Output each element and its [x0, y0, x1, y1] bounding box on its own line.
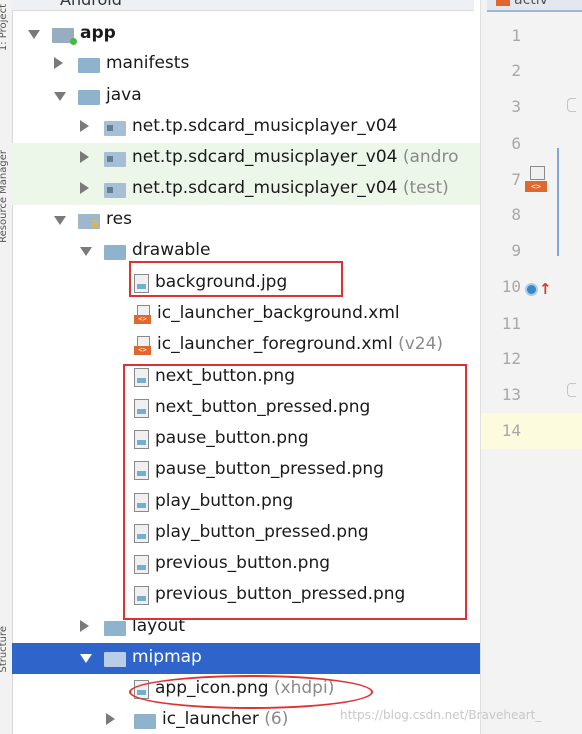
line-number: 9 — [511, 241, 521, 260]
line-number: 2 — [511, 61, 521, 80]
tree-row[interactable]: net.tp.sdcard_musicplayer_v04 — [12, 112, 480, 143]
tree-item-name: drawable — [132, 240, 211, 260]
tree-row[interactable]: <> ic_launcher_foreground.xml (v24) — [12, 330, 480, 361]
highlight-box-buttons — [123, 364, 467, 620]
tree-item-label: java — [106, 85, 142, 105]
tree-row[interactable]: net.tp.sdcard_musicplayer_v04 (test) — [12, 174, 480, 205]
highlight-ellipse-app-icon — [129, 675, 373, 709]
line-number: 3 — [511, 97, 521, 116]
tree-item-name: ic_launcher_background.xml — [157, 303, 400, 323]
structure-tool-tab[interactable]: Structure — [0, 626, 9, 673]
folder-icon — [104, 621, 126, 636]
tree-item-label: ic_launcher_foreground.xml (v24) — [157, 334, 443, 354]
tree-item-name: net.tp.sdcard_musicplayer_v04 — [132, 116, 398, 136]
tree-item-label: net.tp.sdcard_musicplayer_v04 (test) — [132, 178, 449, 198]
tree-row[interactable]: mipmap — [12, 643, 480, 674]
resource-folder-icon — [78, 214, 100, 229]
expand-arrow-down-icon[interactable] — [80, 247, 92, 256]
tree-item-label: ic_launcher (6) — [162, 709, 288, 729]
tree-item-name: net.tp.sdcard_musicplayer_v04 — [132, 178, 398, 198]
expand-arrow-right-icon[interactable] — [80, 620, 89, 632]
line-number: 6 — [511, 134, 521, 153]
watermark: https://blog.csdn.net/Braveheart_ — [340, 708, 542, 722]
line-number: 11 — [501, 314, 521, 333]
resource-manager-tool-tab[interactable]: Resource Manager — [0, 150, 9, 243]
tree-item-label: net.tp.sdcard_musicplayer_v04 (andro — [132, 147, 459, 167]
tree-item-name: res — [106, 209, 132, 229]
line-number: 12 — [501, 349, 521, 368]
tree-item-qualifier: (andro — [397, 147, 459, 167]
expand-arrow-right-icon[interactable] — [106, 713, 115, 725]
line-number: 7 — [511, 170, 521, 189]
project-panel-header: Android — [12, 0, 474, 11]
folder-icon — [78, 90, 100, 105]
project-tool-tab[interactable]: 1: Project — [0, 4, 9, 51]
line-number: 13 — [501, 385, 521, 404]
tree-item-label: drawable — [132, 240, 211, 260]
tree-item-qualifier: (v24) — [392, 334, 444, 354]
expand-arrow-right-icon[interactable] — [80, 151, 89, 163]
package-icon — [104, 183, 126, 198]
xml-file-icon — [496, 0, 510, 6]
line-number: 1 — [511, 26, 521, 45]
tree-item-name: java — [106, 85, 142, 105]
change-marker — [557, 148, 559, 256]
xml-file-icon: <> — [134, 336, 151, 355]
folder-icon — [78, 58, 100, 73]
panel-title[interactable]: Android — [60, 0, 122, 9]
expand-arrow-right-icon[interactable] — [54, 57, 63, 69]
folder-icon — [134, 714, 156, 729]
tree-item-name: mipmap — [132, 647, 202, 667]
editor-gutter: activ 1 2 3 6 7 8 9 10 11 12 13 14 <> ↑ — [480, 0, 582, 734]
expand-arrow-right-icon[interactable] — [80, 182, 89, 194]
tree-item-label: manifests — [106, 53, 189, 73]
line-number: 10 — [501, 277, 521, 296]
folder-icon — [104, 652, 126, 667]
tree-item-label: mipmap — [132, 647, 202, 667]
fold-marker-icon[interactable] — [567, 383, 576, 397]
tree-item-label: res — [106, 209, 132, 229]
line-number: 14 — [501, 421, 521, 440]
tree-row[interactable]: manifests — [12, 49, 480, 80]
expand-arrow-down-icon[interactable] — [28, 30, 40, 39]
highlight-box-background — [129, 261, 343, 297]
override-dot-icon[interactable] — [525, 283, 538, 296]
expand-arrow-down-icon[interactable] — [80, 654, 92, 663]
package-icon — [104, 152, 126, 167]
tree-row[interactable]: java — [12, 81, 480, 112]
tree-item-label: ic_launcher_background.xml — [157, 303, 400, 323]
fold-marker-icon[interactable] — [567, 98, 576, 112]
tree-item-label: net.tp.sdcard_musicplayer_v04 — [132, 116, 397, 136]
tree-item-qualifier: (6) — [258, 709, 289, 729]
line-number: 8 — [511, 205, 521, 224]
module-icon — [52, 28, 77, 45]
tree-item-name: app — [80, 23, 116, 43]
tree-row[interactable]: net.tp.sdcard_musicplayer_v04 (andro — [12, 143, 480, 174]
implements-arrow-icon[interactable]: ↑ — [539, 280, 552, 298]
layout-preview-icon[interactable]: <> — [525, 166, 547, 192]
editor-tab-label: activ — [514, 0, 548, 8]
tree-item-name: net.tp.sdcard_musicplayer_v04 — [132, 147, 398, 167]
expand-arrow-down-icon[interactable] — [54, 216, 66, 225]
folder-icon — [104, 245, 126, 260]
tree-item-name: ic_launcher — [162, 709, 259, 729]
tree-item-qualifier: (test) — [397, 178, 449, 198]
expand-arrow-right-icon[interactable] — [80, 120, 89, 132]
package-icon — [104, 121, 126, 136]
tree-row[interactable]: app — [12, 19, 480, 50]
editor-tab[interactable]: activ — [487, 0, 582, 12]
tree-row[interactable]: res — [12, 205, 480, 236]
tree-item-label: app — [80, 23, 116, 43]
tree-item-name: manifests — [106, 53, 190, 73]
tree-item-name: ic_launcher_foreground.xml — [157, 334, 393, 354]
xml-file-icon: <> — [134, 305, 151, 324]
expand-arrow-down-icon[interactable] — [54, 92, 66, 101]
tree-row[interactable]: <> ic_launcher_background.xml — [12, 299, 480, 330]
